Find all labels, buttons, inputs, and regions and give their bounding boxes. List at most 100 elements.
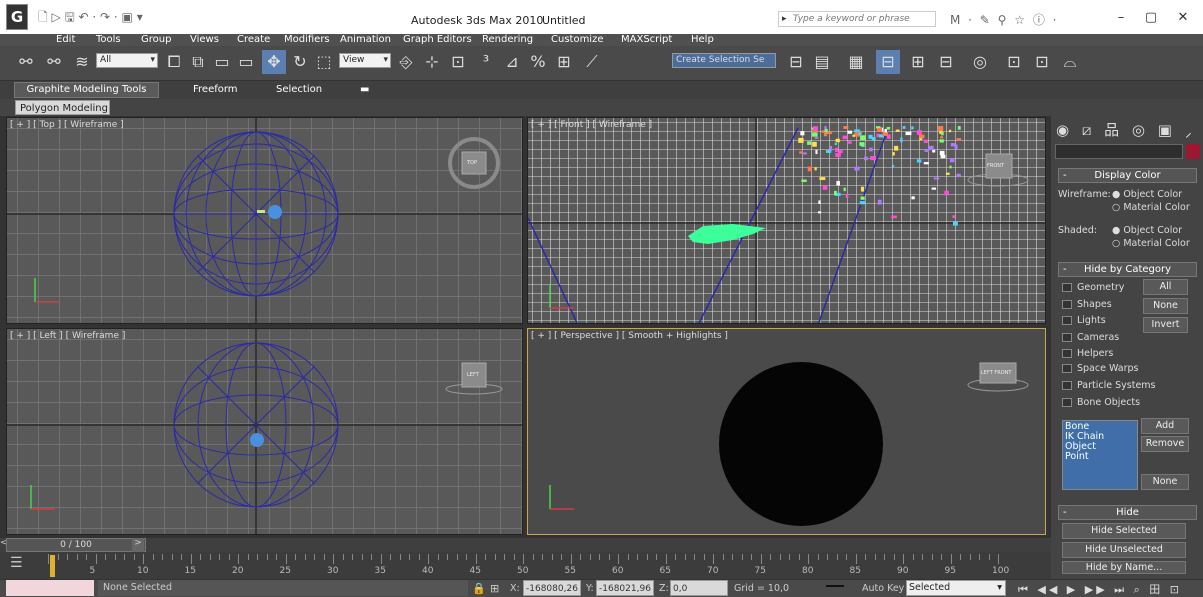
keyboard-shortcut-icon[interactable]: ⊡ [446,50,470,74]
menu-maxscript[interactable]: MAXScript [621,34,672,46]
hide-rollout[interactable]: Hide [1058,505,1197,520]
auto-key-button[interactable]: Auto Key [862,583,904,594]
ribbon-toggle-icon[interactable]: ▬ [360,84,369,95]
geometry-checkbox[interactable] [1062,283,1072,292]
info-center-icons[interactable]: M · ✎ ⚲ ☆ ⓘ · [950,11,1058,28]
time-next-button[interactable]: > [132,538,144,552]
app-menu-button[interactable]: G [6,4,28,30]
curve-editor-icon[interactable]: ⊞ [906,50,930,74]
menu-help[interactable]: Help [691,34,714,46]
menu-edit[interactable]: Edit [56,34,75,46]
layer-manager-icon[interactable]: ▦ [844,50,868,74]
render-production-icon[interactable]: ⌓ [1058,50,1082,74]
hide-by-category-rollout[interactable]: Hide by Category [1058,262,1197,277]
menu-graph-editors[interactable]: Graph Editors [403,34,472,46]
menu-animation[interactable]: Animation [340,34,391,46]
rectangular-selection-icon[interactable]: ▭ [210,50,234,74]
align-icon[interactable]: ▤ [810,50,834,74]
bone-objects-checkbox[interactable] [1062,398,1072,407]
key-icon[interactable] [826,585,844,593]
named-selection-set-dropdown[interactable]: Create Selection Se [672,53,776,68]
tab-selection[interactable]: Selection [276,84,322,95]
wireframe-material-color-radio[interactable]: ○ Material Color [1112,202,1190,213]
add-button[interactable]: Add [1141,418,1189,434]
graphite-toggle-icon[interactable]: ⊟ [876,50,900,74]
particle-systems-checkbox[interactable] [1062,381,1072,390]
viewport-front-label[interactable]: [ + ] [ Front ] [ Wireframe ] [531,120,652,130]
pivot-center-icon[interactable]: ⎆ [394,50,418,74]
shaded-object-color-radio[interactable]: ● Object Color [1112,225,1182,236]
x-coordinate-field[interactable]: -168080,26 [523,580,581,596]
hide-unselected-button[interactable]: Hide Unselected [1062,542,1186,558]
cameras-checkbox[interactable] [1062,333,1072,342]
menu-tools[interactable]: Tools [96,34,121,46]
time-slider-track[interactable] [0,538,1051,552]
bind-space-warp-icon[interactable]: ≋ [70,50,94,74]
render-setup-icon[interactable]: ⊡ [1002,50,1026,74]
none-list-button[interactable]: None [1141,474,1189,490]
rendered-frame-icon[interactable]: ⊡ [1030,50,1054,74]
rotate-icon[interactable]: ↻ [288,50,312,74]
select-object-icon[interactable]: ⧠ [162,50,186,74]
menu-create[interactable]: Create [237,34,270,46]
viewport-left[interactable]: [ + ] [ Left ] [ Wireframe ] LEFT [6,328,523,535]
invert-button[interactable]: Invert [1143,317,1188,333]
percent-snap-icon[interactable]: % [526,50,550,74]
menu-group[interactable]: Group [141,34,171,46]
viewport-perspective[interactable]: [ + ] [ Perspective ] [ Smooth + Highlig… [527,328,1046,535]
move-icon[interactable]: ✥ [262,50,286,74]
quick-access-toolbar[interactable]: 🗋 ▷ 🖫 ↶ · ↷ · ▣ ▾ [38,8,143,29]
list-item[interactable]: IK Chain Object [1065,432,1135,452]
unlink-icon[interactable]: ⚯ [42,50,66,74]
selection-filter-dropdown[interactable]: All [96,53,158,68]
absolute-mode-icon[interactable]: ⊞ [490,582,499,595]
object-color-swatch[interactable] [1186,144,1200,159]
tab-freeform[interactable]: Freeform [193,84,238,95]
all-button[interactable]: All [1143,279,1188,295]
lock-icon[interactable]: 🔒 [472,582,486,595]
angle-snap-icon[interactable]: ⊿ [500,50,524,74]
display-color-rollout[interactable]: Display Color [1058,168,1197,183]
wireframe-object-color-radio[interactable]: ● Object Color [1112,189,1182,200]
minimize-button[interactable]: – [1106,10,1136,25]
reference-coordinate-dropdown[interactable]: View [339,53,391,68]
playback-controls[interactable]: ⏮ ◀◀ ▶ ▶▶ ⏭ ⌕ 田 ⊡ [1018,581,1182,597]
menu-modifiers[interactable]: Modifiers [284,34,330,46]
search-input[interactable]: Type a keyword or phrase [778,11,936,27]
shapes-checkbox[interactable] [1062,300,1072,309]
window-crossing-icon[interactable]: ▭ [234,50,258,74]
manipulate-icon[interactable]: ⊹ [420,50,444,74]
shaded-material-color-radio[interactable]: ○ Material Color [1112,238,1190,249]
menu-rendering[interactable]: Rendering [482,34,533,46]
key-filter-dropdown[interactable]: Selected [906,580,1006,596]
object-name-field[interactable] [1055,144,1183,159]
scale-icon[interactable]: ⬚ [312,50,336,74]
tab-polygon-modeling[interactable]: Polygon Modeling [15,100,110,115]
tab-graphite-modeling-tools[interactable]: Graphite Modeling Tools [14,82,159,98]
material-editor-icon[interactable]: ◎ [968,50,992,74]
snaps-toggle-icon[interactable]: ³ [474,50,498,74]
hide-selected-button[interactable]: Hide Selected [1062,523,1186,539]
time-slider[interactable]: 0 / 100 [6,538,146,552]
none-button[interactable]: None [1143,298,1188,314]
maximize-button[interactable]: ▢ [1136,10,1166,25]
command-panel-tabs[interactable]: ◉ ⧄ 品 ◎ ▣ ⸝ [1056,119,1196,140]
viewport-perspective-label[interactable]: [ + ] [ Perspective ] [ Smooth + Highlig… [531,331,728,341]
viewport-front[interactable]: [ + ] [ Front ] [ Wireframe ] FRONT [527,117,1046,324]
menu-customize[interactable]: Customize [551,34,604,46]
close-button[interactable]: ✕ [1168,10,1198,25]
category-list[interactable]: Bone IK Chain Object Point [1062,420,1138,490]
select-link-icon[interactable]: ⚯ [14,50,38,74]
y-coordinate-field[interactable]: -168021,96 [596,580,654,596]
remove-button[interactable]: Remove [1141,436,1189,452]
viewport-top-label[interactable]: [ + ] [ Top ] [ Wireframe ] [10,120,124,130]
helpers-checkbox[interactable] [1062,349,1072,358]
mirror-icon[interactable]: ⊟ [784,50,808,74]
lights-checkbox[interactable] [1062,316,1072,325]
schematic-view-icon[interactable]: ⊟ [934,50,958,74]
maxscript-listener[interactable] [6,580,94,596]
viewport-top[interactable]: [ + ] [ Top ] [ Wireframe ] TOP [6,117,523,324]
space-warps-checkbox[interactable] [1062,364,1072,373]
edit-named-selection-icon[interactable]: ⟋ [580,50,604,74]
select-by-name-icon[interactable]: ⧉ [186,50,210,74]
